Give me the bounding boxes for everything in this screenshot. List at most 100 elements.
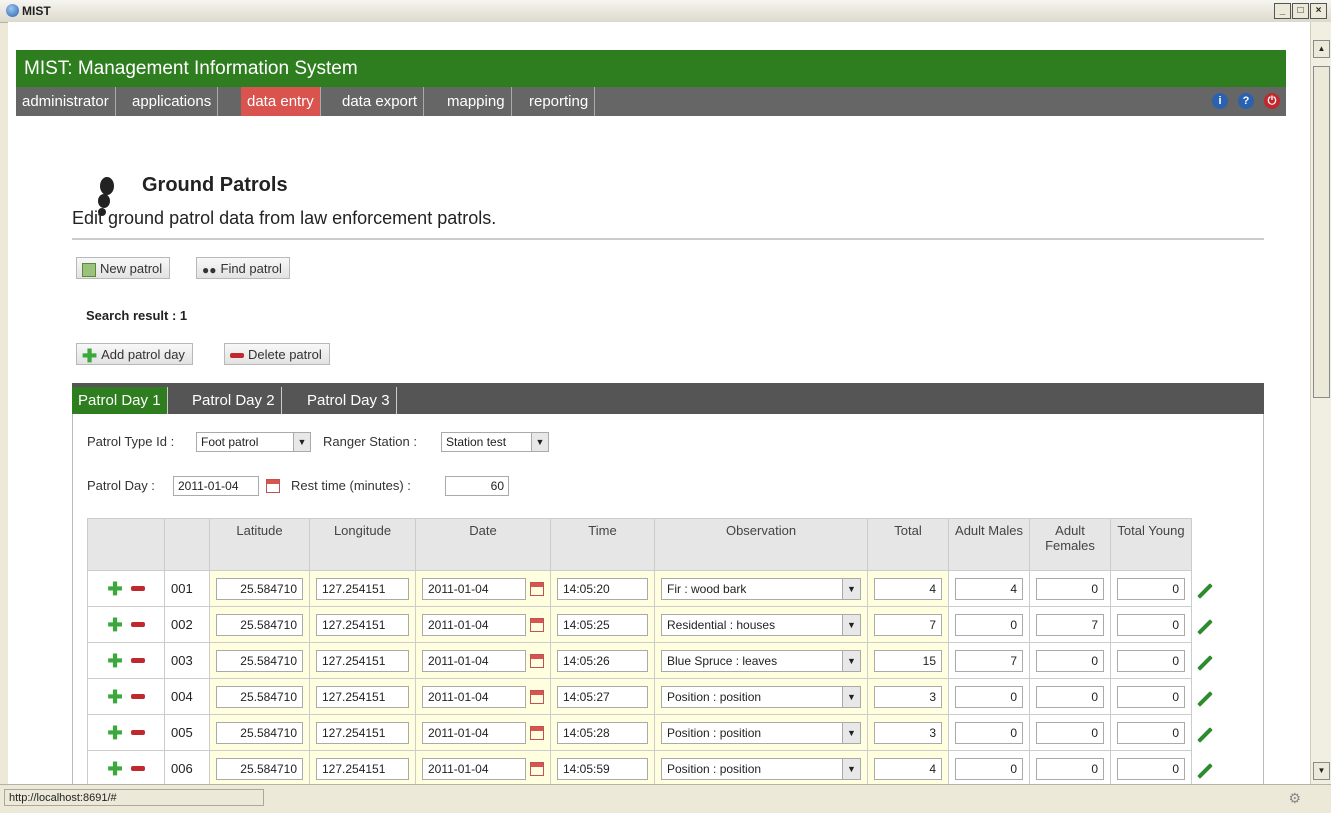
add-row-icon[interactable]: ✚ — [107, 688, 122, 706]
info-icon[interactable]: i — [1212, 93, 1228, 109]
total-input[interactable]: 3 — [874, 685, 942, 708]
total-young-input[interactable]: 0 — [1117, 613, 1185, 636]
help-icon[interactable]: ? — [1238, 93, 1254, 109]
time-input[interactable]: 14:05:20 — [557, 577, 648, 600]
calendar-icon[interactable] — [530, 761, 544, 776]
time-input[interactable]: 14:05:27 — [557, 685, 648, 708]
calendar-icon[interactable] — [530, 725, 544, 740]
longitude-input[interactable]: 127.254151 — [316, 721, 409, 744]
observation-select[interactable]: Position : position ▼ — [661, 685, 861, 708]
latitude-input[interactable]: 25.584710 — [216, 577, 303, 600]
total-input[interactable]: 3 — [874, 721, 942, 744]
calendar-icon[interactable] — [530, 617, 544, 632]
date-input[interactable]: 2011-01-04 — [422, 685, 526, 708]
adult-males-input[interactable]: 0 — [955, 757, 1023, 780]
adult-males-input[interactable]: 0 — [955, 721, 1023, 744]
time-input[interactable]: 14:05:28 — [557, 721, 648, 744]
date-input[interactable]: 2011-01-04 — [422, 649, 526, 672]
scroll-thumb[interactable] — [1313, 66, 1330, 398]
pencil-icon[interactable] — [1197, 619, 1213, 635]
longitude-input[interactable]: 127.254151 — [316, 685, 409, 708]
longitude-input[interactable]: 127.254151 — [316, 757, 409, 780]
adult-females-input[interactable]: 0 — [1036, 649, 1104, 672]
vertical-scrollbar[interactable]: ▲ ▼ — [1310, 22, 1331, 784]
pencil-icon[interactable] — [1197, 727, 1213, 743]
total-young-input[interactable]: 0 — [1117, 685, 1185, 708]
latitude-input[interactable]: 25.584710 — [216, 649, 303, 672]
patrol-type-select[interactable]: Foot patrol ▼ — [196, 432, 311, 452]
pencil-icon[interactable] — [1197, 655, 1213, 671]
time-input[interactable]: 14:05:26 — [557, 649, 648, 672]
longitude-input[interactable]: 127.254151 — [316, 613, 409, 636]
observation-select[interactable]: Position : position ▼ — [661, 757, 861, 780]
observation-select[interactable]: Position : position ▼ — [661, 721, 861, 744]
adult-males-input[interactable]: 7 — [955, 649, 1023, 672]
date-input[interactable]: 2011-01-04 — [422, 613, 526, 636]
delete-row-icon[interactable] — [130, 586, 145, 591]
total-young-input[interactable]: 0 — [1117, 757, 1185, 780]
total-input[interactable]: 15 — [874, 649, 942, 672]
observation-select[interactable]: Residential : houses ▼ — [661, 613, 861, 636]
time-input[interactable]: 14:05:59 — [557, 757, 648, 780]
patrol-day-input[interactable]: 2011-01-04 — [173, 476, 259, 496]
total-young-input[interactable]: 0 — [1117, 577, 1185, 600]
latitude-input[interactable]: 25.584710 — [216, 685, 303, 708]
minimize-button[interactable]: _ — [1274, 3, 1291, 19]
adult-females-input[interactable]: 0 — [1036, 577, 1104, 600]
calendar-icon[interactable] — [530, 653, 544, 668]
scroll-up-icon[interactable]: ▲ — [1313, 40, 1330, 58]
delete-row-icon[interactable] — [130, 622, 145, 627]
calendar-icon[interactable] — [530, 689, 544, 704]
date-input[interactable]: 2011-01-04 — [422, 577, 526, 600]
add-patrol-day-button[interactable]: ✚ Add patrol day — [76, 343, 193, 365]
add-row-icon[interactable]: ✚ — [107, 760, 122, 778]
adult-males-input[interactable]: 0 — [955, 613, 1023, 636]
menu-applications[interactable]: applications — [126, 87, 219, 116]
delete-row-icon[interactable] — [130, 658, 145, 663]
add-row-icon[interactable]: ✚ — [107, 652, 122, 670]
longitude-input[interactable]: 127.254151 — [316, 577, 409, 600]
maximize-button[interactable]: □ — [1292, 3, 1309, 19]
latitude-input[interactable]: 25.584710 — [216, 613, 303, 636]
date-input[interactable]: 2011-01-04 — [422, 721, 526, 744]
menu-reporting[interactable]: reporting — [523, 87, 596, 116]
close-button[interactable]: × — [1310, 3, 1327, 19]
total-young-input[interactable]: 0 — [1117, 721, 1185, 744]
observation-select[interactable]: Blue Spruce : leaves ▼ — [661, 649, 861, 672]
adult-females-input[interactable]: 7 — [1036, 613, 1104, 636]
scroll-down-icon[interactable]: ▼ — [1313, 762, 1330, 780]
observation-select[interactable]: Fir : wood bark ▼ — [661, 577, 861, 600]
menu-data-entry[interactable]: data entry — [241, 87, 321, 116]
tab-patrol-day-1[interactable]: Patrol Day 1 — [72, 387, 168, 414]
ranger-station-select[interactable]: Station test ▼ — [441, 432, 549, 452]
adult-males-input[interactable]: 0 — [955, 685, 1023, 708]
menu-administrator[interactable]: administrator — [16, 87, 116, 116]
menu-mapping[interactable]: mapping — [441, 87, 512, 116]
delete-patrol-button[interactable]: Delete patrol — [224, 343, 330, 365]
adult-females-input[interactable]: 0 — [1036, 721, 1104, 744]
logout-icon[interactable]: ⏻ — [1264, 93, 1280, 109]
total-input[interactable]: 4 — [874, 757, 942, 780]
longitude-input[interactable]: 127.254151 — [316, 649, 409, 672]
menu-data-export[interactable]: data export — [336, 87, 425, 116]
latitude-input[interactable]: 25.584710 — [216, 721, 303, 744]
total-input[interactable]: 7 — [874, 613, 942, 636]
pencil-icon[interactable] — [1197, 583, 1213, 599]
delete-row-icon[interactable] — [130, 766, 145, 771]
latitude-input[interactable]: 25.584710 — [216, 757, 303, 780]
adult-females-input[interactable]: 0 — [1036, 685, 1104, 708]
add-row-icon[interactable]: ✚ — [107, 580, 122, 598]
tab-patrol-day-2[interactable]: Patrol Day 2 — [186, 387, 282, 414]
find-patrol-button[interactable]: ●● Find patrol — [196, 257, 290, 279]
tab-patrol-day-3[interactable]: Patrol Day 3 — [301, 387, 397, 414]
adult-females-input[interactable]: 0 — [1036, 757, 1104, 780]
calendar-icon[interactable] — [266, 479, 280, 493]
total-young-input[interactable]: 0 — [1117, 649, 1185, 672]
date-input[interactable]: 2011-01-04 — [422, 757, 526, 780]
pencil-icon[interactable] — [1197, 691, 1213, 707]
add-row-icon[interactable]: ✚ — [107, 724, 122, 742]
add-row-icon[interactable]: ✚ — [107, 616, 122, 634]
calendar-icon[interactable] — [530, 581, 544, 596]
pencil-icon[interactable] — [1197, 763, 1213, 779]
delete-row-icon[interactable] — [130, 730, 145, 735]
